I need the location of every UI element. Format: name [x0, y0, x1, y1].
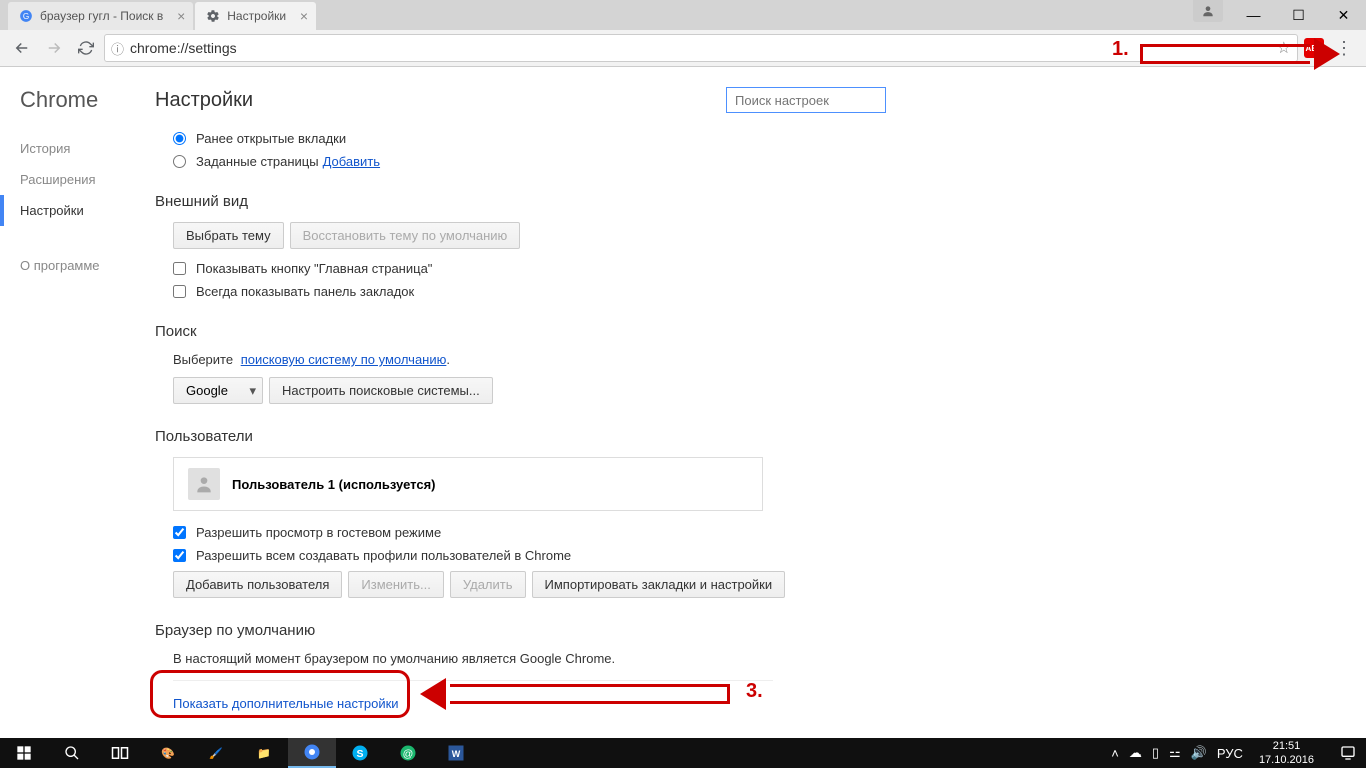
checkbox-label: Показывать кнопку "Главная страница"	[196, 261, 432, 276]
back-button[interactable]	[8, 34, 36, 62]
forward-button[interactable]	[40, 34, 68, 62]
url-input[interactable]	[130, 40, 1277, 56]
browser-chrome: G браузер гугл - Поиск в × Настройки × —…	[0, 0, 1366, 67]
anyone-create-checkbox[interactable]	[173, 549, 186, 562]
cortana-search-icon[interactable]	[48, 738, 96, 768]
taskbar-app-mail[interactable]: @	[384, 738, 432, 768]
tab-settings[interactable]: Настройки ×	[195, 2, 316, 30]
search-heading: Поиск	[155, 323, 855, 340]
taskbar-app-word[interactable]: W	[432, 738, 480, 768]
page-title: Настройки	[155, 89, 253, 112]
reload-button[interactable]	[72, 34, 100, 62]
user-avatar-icon	[188, 468, 220, 500]
nav-history[interactable]: История	[20, 133, 155, 164]
user-switcher[interactable]	[1193, 0, 1223, 22]
default-browser-heading: Браузер по умолчанию	[155, 622, 855, 639]
nav-extensions[interactable]: Расширения	[20, 164, 155, 195]
add-pages-link[interactable]: Добавить	[323, 154, 380, 169]
search-engine-dropdown[interactable]: Google	[173, 377, 263, 404]
taskbar-app-skype[interactable]: S	[336, 738, 384, 768]
google-favicon: G	[18, 8, 34, 24]
startup-custom-radio[interactable]	[173, 155, 186, 168]
appearance-heading: Внешний вид	[155, 193, 855, 210]
action-center-icon[interactable]	[1330, 738, 1366, 768]
default-browser-status: В настоящий момент браузером по умолчани…	[173, 651, 855, 666]
close-button[interactable]: ✕	[1321, 0, 1366, 30]
window-controls: — ☐ ✕	[1193, 0, 1366, 30]
taskbar-app-chrome[interactable]	[288, 738, 336, 768]
system-tray: ˄ ☁ ▯ ⚍ 🔊 РУС 21:51 17.10.2016	[1111, 739, 1330, 767]
add-user-button[interactable]: Добавить пользователя	[173, 571, 342, 598]
nav-settings[interactable]: Настройки	[0, 195, 155, 226]
checkbox-label: Разрешить всем создавать профили пользов…	[196, 548, 571, 563]
choose-theme-button[interactable]: Выбрать тему	[173, 222, 284, 249]
tray-language[interactable]: РУС	[1217, 746, 1243, 761]
search-help-text: Выберите	[173, 352, 237, 367]
menu-button[interactable]: ⋮	[1330, 34, 1358, 62]
radio-label: Заданные страницы	[196, 154, 319, 169]
checkbox-label: Разрешить просмотр в гостевом режиме	[196, 525, 441, 540]
bookmark-star-icon[interactable]: ☆	[1277, 38, 1291, 58]
taskbar-app-paint[interactable]: 🖌️	[192, 738, 240, 768]
tab-close-icon[interactable]: ×	[300, 8, 308, 24]
delete-user-button[interactable]: Удалить	[450, 571, 526, 598]
manage-search-button[interactable]: Настроить поисковые системы...	[269, 377, 493, 404]
clock-time: 21:51	[1259, 739, 1314, 753]
tray-chevron-icon[interactable]: ˄	[1111, 746, 1119, 761]
adblock-plus-icon[interactable]: ABP	[1302, 36, 1326, 60]
show-bookmarks-checkbox[interactable]	[173, 285, 186, 298]
tab-close-icon[interactable]: ×	[177, 8, 185, 24]
tray-onedrive-icon[interactable]: ☁	[1129, 745, 1142, 761]
nav-about[interactable]: О программе	[20, 250, 155, 281]
show-home-checkbox[interactable]	[173, 262, 186, 275]
site-info-icon[interactable]: ⓘ	[111, 39, 124, 58]
side-nav: Chrome История Расширения Настройки О пр…	[0, 67, 155, 739]
taskbar: 🎨 🖌️ 📁 S @ W ˄ ☁ ▯ ⚍ 🔊 РУС 21:51 17.10.2…	[0, 738, 1366, 768]
tray-battery-icon[interactable]: ▯	[1152, 745, 1159, 761]
tray-volume-icon[interactable]: 🔊	[1191, 745, 1207, 761]
checkbox-label: Всегда показывать панель закладок	[196, 284, 414, 299]
radio-label: Ранее открытые вкладки	[196, 131, 346, 146]
gear-icon	[205, 8, 221, 24]
svg-text:W: W	[452, 749, 461, 759]
start-button[interactable]	[0, 738, 48, 768]
taskbar-app-palette[interactable]: 🎨	[144, 738, 192, 768]
svg-text:S: S	[356, 748, 363, 760]
svg-text:G: G	[23, 12, 29, 21]
reset-theme-button[interactable]: Восстановить тему по умолчанию	[290, 222, 521, 249]
clock-date: 17.10.2016	[1259, 753, 1314, 767]
annotation-label-3: 3.	[746, 680, 763, 703]
task-view-icon[interactable]	[96, 738, 144, 768]
svg-text:@: @	[403, 748, 414, 760]
edit-user-button[interactable]: Изменить...	[348, 571, 443, 598]
default-search-link[interactable]: поисковую систему по умолчанию	[241, 352, 447, 367]
tab-google-search[interactable]: G браузер гугл - Поиск в ×	[8, 2, 193, 30]
tab-title: браузер гугл - Поиск в	[40, 9, 163, 23]
import-bookmarks-button[interactable]: Импортировать закладки и настройки	[532, 571, 786, 598]
settings-content: Настройки Ранее открытые вкладки Заданны…	[155, 67, 1366, 739]
startup-previous-radio[interactable]	[173, 132, 186, 145]
tab-title: Настройки	[227, 9, 286, 23]
guest-checkbox[interactable]	[173, 526, 186, 539]
maximize-button[interactable]: ☐	[1276, 0, 1321, 30]
user-name: Пользователь 1 (используется)	[232, 477, 436, 492]
chrome-logo: Chrome	[20, 87, 155, 113]
tray-wifi-icon[interactable]: ⚍	[1169, 745, 1181, 761]
taskbar-app-explorer[interactable]: 📁	[240, 738, 288, 768]
users-heading: Пользователи	[155, 428, 855, 445]
show-advanced-link[interactable]: Показать дополнительные настройки	[173, 696, 399, 711]
minimize-button[interactable]: —	[1231, 0, 1276, 30]
toolbar: ⓘ ☆ ABP ⋮	[0, 30, 1366, 66]
settings-search-input[interactable]	[726, 87, 886, 113]
tab-strip: G браузер гугл - Поиск в × Настройки × —…	[0, 0, 1366, 30]
settings-page: Chrome История Расширения Настройки О пр…	[0, 67, 1366, 739]
annotation-label-1: 1.	[1112, 38, 1129, 61]
user-profile-row[interactable]: Пользователь 1 (используется)	[173, 457, 763, 511]
tray-clock[interactable]: 21:51 17.10.2016	[1253, 739, 1320, 767]
